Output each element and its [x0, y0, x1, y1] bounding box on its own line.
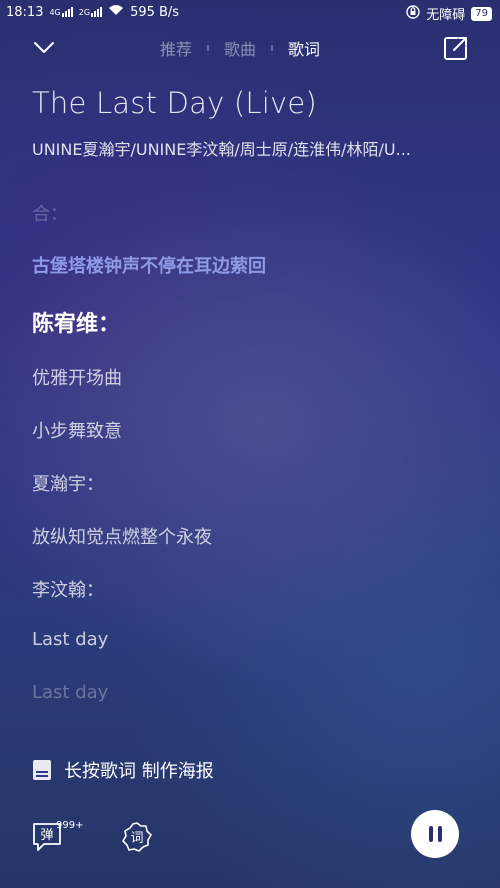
share-external-icon	[444, 37, 467, 60]
lyric-line[interactable]: 放纵知觉点燃整个永夜	[32, 523, 212, 549]
signal-2g-label: 2G	[78, 8, 91, 17]
status-bar: 18:13 4G 2G 595 B/s 无障碍 79	[0, 0, 500, 26]
artist-names[interactable]: UNINE夏瀚宇/UNINE李汶翰/周士原/连淮伟/林陌/U...	[32, 136, 472, 160]
signal-2g-icon: 2G	[78, 7, 103, 17]
poster-icon	[33, 760, 51, 780]
lyric-line[interactable]: 优雅开场曲	[32, 364, 122, 390]
chevron-down-icon	[34, 42, 54, 53]
danmu-label: 弹	[40, 828, 53, 843]
pause-button[interactable]	[411, 810, 459, 858]
lyric-line[interactable]: 合：	[32, 200, 68, 226]
status-time: 18:13	[6, 4, 44, 20]
tab-recommend[interactable]: 推荐	[160, 36, 192, 60]
tab-song[interactable]: 歌曲	[224, 36, 256, 60]
accessibility-label: 无障碍	[426, 8, 466, 23]
make-poster-button[interactable]: 长按歌词 制作海报	[32, 757, 214, 783]
lyric-line[interactable]: 小步舞致意	[32, 417, 122, 443]
tab-divider	[207, 45, 210, 51]
make-poster-label: 长按歌词 制作海报	[64, 761, 214, 782]
lyric-mode-button[interactable]: 词	[120, 820, 154, 854]
lyric-line[interactable]: Last day	[32, 682, 108, 703]
signal-4g-icon: 4G	[49, 7, 73, 17]
lyric-line[interactable]: 古堡塔楼钟声不停在耳边萦回	[32, 252, 266, 278]
tab-divider	[271, 45, 274, 51]
tab-lyrics[interactable]: 歌词	[288, 36, 320, 60]
top-bar: 推荐 歌曲 歌词	[0, 26, 500, 70]
network-speed: 595 B/s	[130, 4, 180, 20]
song-title: The Last Day (Live)	[32, 86, 317, 120]
pause-icon	[428, 826, 433, 842]
lyric-line-current[interactable]: 陈宥维：	[32, 306, 120, 338]
lyric-line[interactable]: Last day	[32, 629, 108, 650]
collapse-button[interactable]	[30, 34, 58, 60]
share-button[interactable]	[442, 34, 470, 62]
signal-4g-label: 4G	[49, 8, 61, 17]
lyric-badge-icon: 词	[122, 822, 152, 852]
wifi-icon	[108, 4, 124, 20]
status-right: 无障碍 79	[406, 4, 492, 23]
tab-bar: 推荐 歌曲 歌词	[160, 36, 320, 60]
lyric-line[interactable]: 李汶翰：	[32, 576, 104, 602]
pause-icon-bar	[437, 826, 442, 842]
accessibility-icon	[406, 4, 420, 23]
status-left: 18:13 4G 2G 595 B/s	[6, 4, 179, 20]
lyric-line[interactable]: 夏瀚宇：	[32, 470, 104, 496]
danmu-count-badge: 999+	[56, 820, 84, 831]
battery-icon: 79	[471, 6, 492, 21]
lyric-mode-label: 词	[130, 831, 143, 846]
